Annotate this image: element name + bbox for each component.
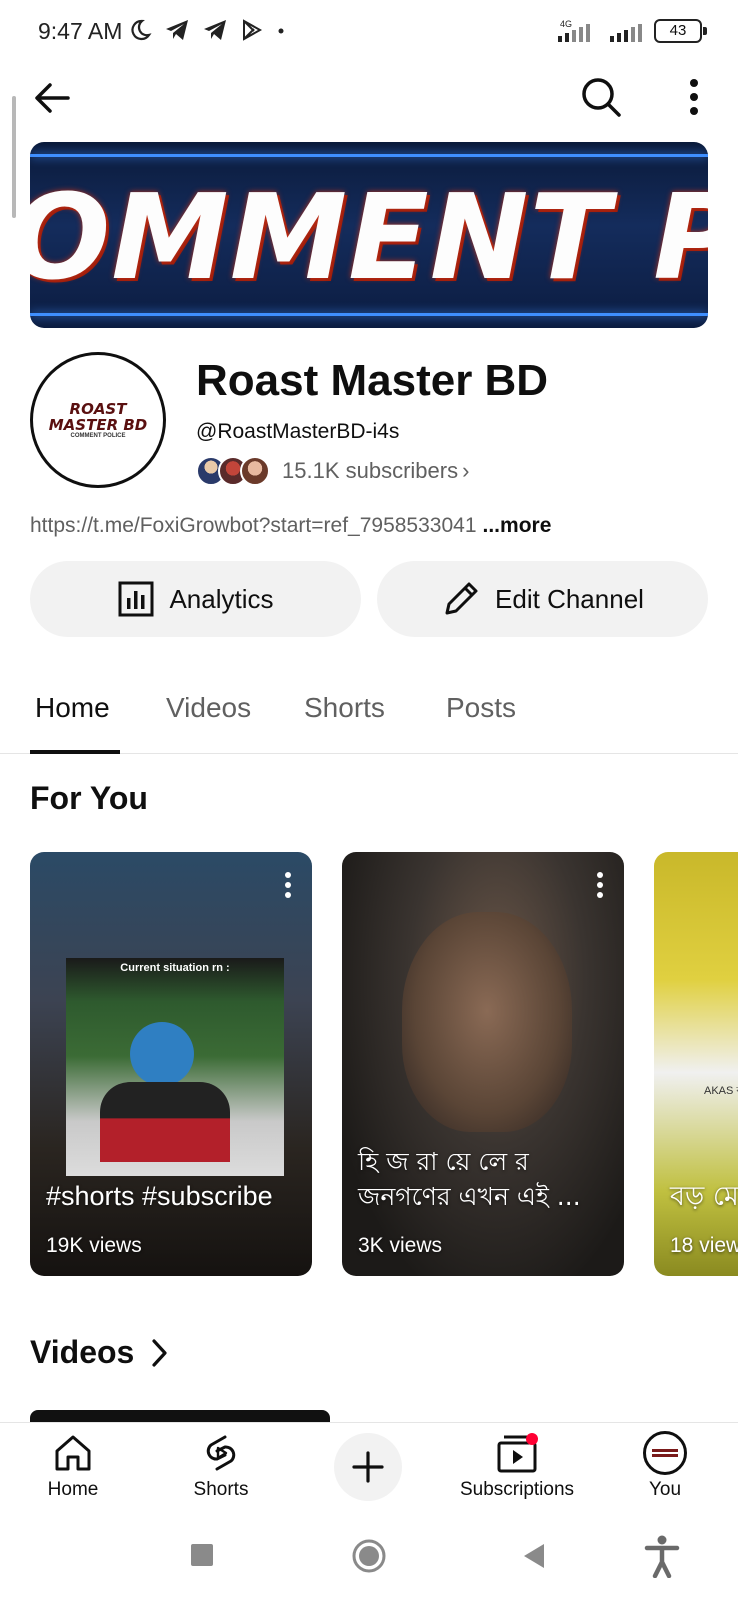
short-card[interactable]: AKAS বড় মনে বড় মে #funn 18 view (654, 852, 738, 1276)
telegram-icon (166, 20, 188, 40)
channel-avatar[interactable]: ROAST MASTER BD COMMENT POLICE (30, 352, 166, 488)
video-thumbnail[interactable] (30, 1410, 330, 1422)
short-views: 18 view (670, 1234, 738, 1257)
home-icon (55, 1435, 91, 1471)
search-icon[interactable] (578, 74, 624, 120)
avatar-logo-subtext: COMMENT POLICE (70, 433, 126, 439)
nav-label: Shorts (193, 1479, 249, 1500)
person-figure (130, 1022, 194, 1086)
telegram-icon (204, 20, 226, 40)
home-circle-icon[interactable] (351, 1538, 387, 1574)
videos-section-label: Videos (30, 1334, 135, 1370)
short-title: বড় মে #funn (670, 1181, 738, 1212)
recents-icon[interactable] (191, 1544, 213, 1566)
chevron-right-icon: › (462, 458, 470, 483)
more-link[interactable]: ...more (483, 514, 552, 537)
dot-icon (278, 28, 284, 34)
channel-tabs: Home Videos Shorts Posts (0, 672, 738, 754)
banner-text: OMMENT POLIC (30, 168, 708, 306)
short-card[interactable]: হি জ রা য়ে লে র জনগণের এখন এই ... 3K vi… (342, 852, 624, 1276)
tab-videos[interactable]: Videos (166, 692, 251, 724)
subscriptions-icon (497, 1433, 538, 1473)
plus-icon (352, 1451, 384, 1483)
section-title-for-you: For You (30, 780, 148, 816)
more-vert-icon[interactable] (672, 74, 716, 120)
nav-label: Subscriptions (459, 1479, 575, 1500)
status-notification-icons (128, 18, 286, 42)
nav-you[interactable]: You (600, 1431, 730, 1501)
signal-4g-icon: 4G (558, 19, 590, 42)
nav-home[interactable]: Home (8, 1431, 138, 1501)
short-overlay-text: Current situation rn : (120, 962, 230, 974)
status-bar: 9:47 AM 4G 43 (0, 0, 738, 64)
nav-label: Home (47, 1479, 99, 1500)
channel-description[interactable]: https://t.me/FoxiGrowbot?start=ref_79585… (30, 514, 551, 538)
bottom-nav: Home Shorts Subscriptions You (0, 1422, 738, 1514)
edit-channel-button[interactable]: Edit Channel (377, 561, 708, 637)
active-tab-indicator (30, 750, 120, 754)
shorts-icon (206, 1435, 236, 1471)
pencil-icon (445, 582, 478, 615)
status-system-icons: 4G 43 (552, 18, 707, 44)
short-views: 3K views (358, 1234, 443, 1257)
section-title-videos[interactable]: Videos (30, 1334, 170, 1371)
nav-shorts[interactable]: Shorts (156, 1431, 286, 1501)
tab-home[interactable]: Home (35, 692, 110, 724)
signal-icon (610, 24, 642, 42)
nav-subscriptions[interactable]: Subscriptions (452, 1431, 582, 1501)
description-link: https://t.me/FoxiGrowbot?start=ref_79585… (30, 514, 477, 537)
chevron-right-icon (152, 1338, 167, 1367)
analytics-button[interactable]: Analytics (30, 561, 361, 637)
short-thumbnail-face (402, 912, 572, 1132)
play-store-icon (243, 19, 263, 41)
analytics-label: Analytics (169, 583, 274, 614)
edit-channel-label: Edit Channel (495, 583, 644, 614)
create-button[interactable] (334, 1433, 402, 1501)
scroll-indicator[interactable] (12, 96, 16, 218)
more-vert-icon[interactable] (278, 870, 298, 900)
channel-handle: @RoastMasterBD-i4s (196, 420, 400, 443)
nav-label: You (648, 1479, 682, 1500)
moon-icon (131, 19, 152, 41)
avatar-logo-text: MASTER BD (48, 416, 148, 434)
back-arrow-icon[interactable] (30, 76, 74, 120)
subscriber-avatar (240, 456, 270, 486)
avatar-logo-text: ROAST (69, 400, 127, 418)
channel-banner[interactable]: OMMENT POLIC (30, 142, 708, 328)
back-triangle-icon[interactable] (522, 1542, 546, 1570)
status-time: 9:47 AM (38, 18, 123, 44)
accessibility-icon[interactable] (644, 1534, 680, 1578)
avatar-icon (643, 1431, 687, 1475)
analytics-icon (118, 581, 154, 617)
battery-icon: 43 (654, 19, 707, 43)
subscriber-count: 15.1K subscribers (282, 458, 459, 483)
short-title: #shorts #subscribe (46, 1181, 273, 1211)
person-figure (100, 1082, 230, 1162)
short-views: 19K views (46, 1234, 142, 1257)
system-nav-bar (0, 1514, 738, 1600)
short-card[interactable]: Current situation rn : #shorts #subscrib… (30, 852, 312, 1276)
more-vert-icon[interactable] (590, 870, 610, 900)
short-overlay-text: AKAS বড় মনে (704, 1085, 738, 1097)
tab-posts[interactable]: Posts (446, 692, 516, 724)
tab-shorts[interactable]: Shorts (304, 692, 385, 724)
subscribers-link[interactable]: 15.1K subscribers › (196, 456, 469, 486)
svg-text:4G: 4G (560, 19, 572, 29)
channel-name: Roast Master BD (196, 356, 549, 405)
short-title: হি জ রা য়ে লে র জনগণের এখন এই ... (358, 1147, 581, 1211)
top-app-bar (0, 64, 738, 130)
